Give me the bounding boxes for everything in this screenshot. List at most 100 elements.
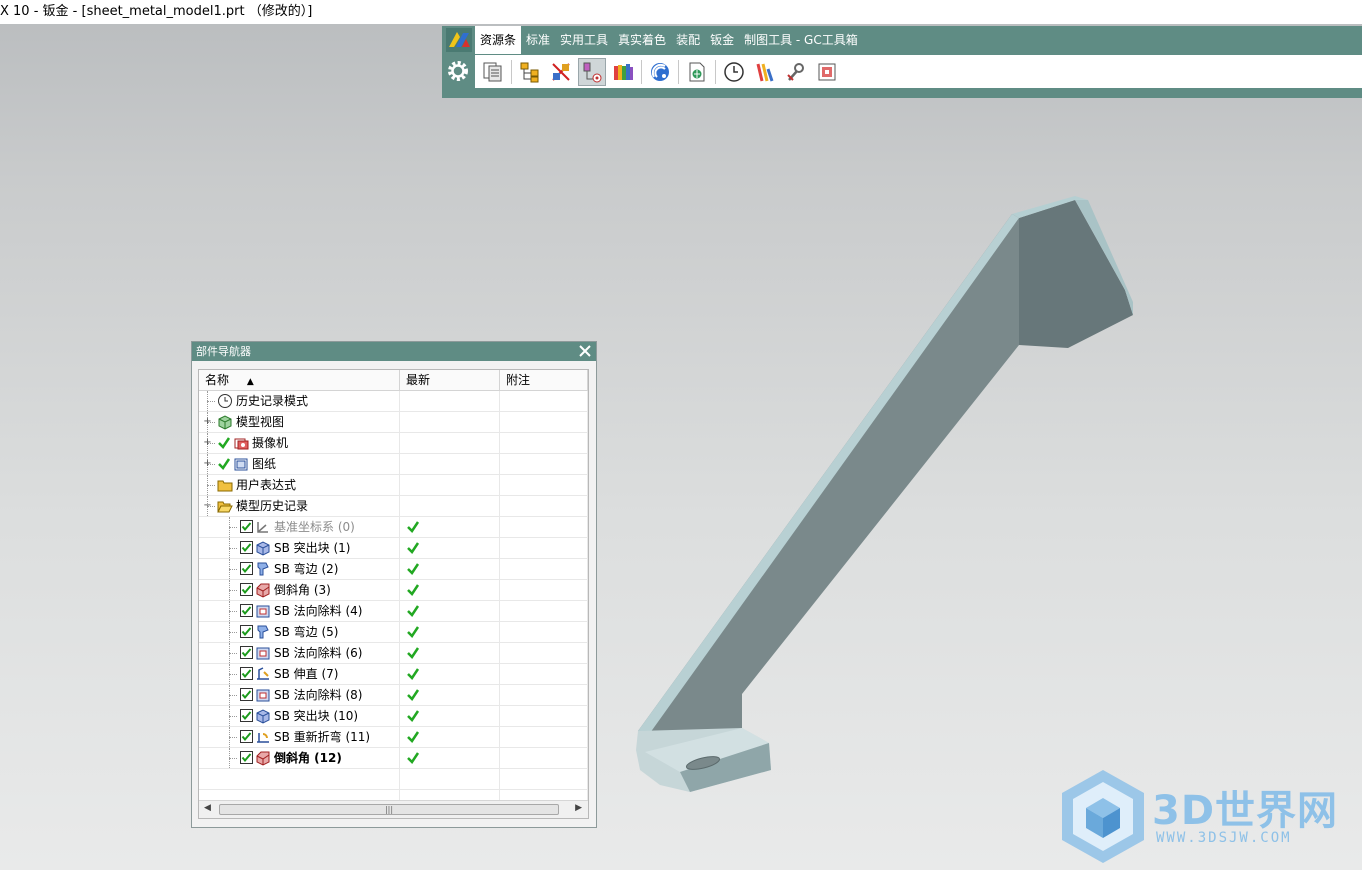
tab-2[interactable]: 实用工具 (555, 26, 613, 54)
tree-row-name-cell[interactable]: SB 伸直 (7) (199, 664, 400, 684)
feature-checkbox[interactable] (240, 604, 253, 617)
tree-row-name-cell[interactable]: SB 突出块 (1) (199, 538, 400, 558)
process-studio-icon[interactable] (783, 59, 809, 85)
tree-row[interactable]: + 图纸 (199, 454, 588, 475)
tree-row[interactable]: SB 弯边 (5) (199, 622, 588, 643)
roles-icon[interactable] (814, 59, 840, 85)
tree-row[interactable]: 历史记录模式 (199, 391, 588, 412)
column-latest[interactable]: 最新 (400, 370, 500, 390)
feature-checkbox[interactable] (240, 709, 253, 722)
up-to-date-check-icon (407, 647, 420, 659)
empty-row (199, 769, 588, 790)
feature-checkbox[interactable] (240, 541, 253, 554)
window-title: X 10 - 钣金 - [sheet_metal_model1.prt （修改的… (0, 4, 313, 19)
tree-row-name-cell[interactable]: SB 法向除料 (6) (199, 643, 400, 663)
tree-row-name-cell[interactable]: 倒斜角 (12) (199, 748, 400, 768)
up-to-date-check-icon (407, 521, 420, 533)
tree-row-latest-cell (400, 517, 500, 537)
tree-row[interactable]: SB 伸直 (7) (199, 664, 588, 685)
feature-checkbox[interactable] (240, 751, 253, 764)
tree-row-label: 摄像机 (252, 436, 289, 450)
expand-icon[interactable]: + (203, 438, 212, 448)
scrollbar-thumb[interactable]: ||| (219, 804, 559, 815)
reuse-library-icon[interactable] (610, 59, 636, 85)
sort-ascending-icon: ▲ (246, 377, 254, 387)
part-navigator-icon[interactable] (480, 59, 506, 85)
tab-1[interactable]: 标准 (521, 26, 555, 54)
tree-row[interactable]: SB 法向除料 (8) (199, 685, 588, 706)
scroll-right-arrow-icon[interactable]: ▶ (575, 803, 582, 813)
nx-logo-icon[interactable] (446, 28, 472, 52)
tree-row-name-cell[interactable]: SB 突出块 (10) (199, 706, 400, 726)
close-icon[interactable] (577, 343, 593, 359)
expand-icon[interactable]: + (203, 417, 212, 427)
history-icon[interactable] (721, 59, 747, 85)
tree-row-name-cell[interactable]: − 模型历史记录 (199, 496, 400, 516)
tree-connector (229, 674, 237, 675)
tree-row-name-cell[interactable]: + 摄像机 (199, 433, 400, 453)
tree-row[interactable]: + 摄像机 (199, 433, 588, 454)
feature-checkbox[interactable] (240, 625, 253, 638)
tree-row-name-cell[interactable]: + 图纸 (199, 454, 400, 474)
tree-row-name-cell[interactable]: SB 法向除料 (4) (199, 601, 400, 621)
part-navigator-selected-icon[interactable] (578, 57, 606, 86)
assembly-navigator-icon[interactable] (517, 59, 543, 85)
tree-row-label: SB 弯边 (2) (274, 562, 339, 576)
tree-row-name-cell[interactable]: SB 法向除料 (8) (199, 685, 400, 705)
tree-row[interactable]: 倒斜角 (12) (199, 748, 588, 769)
tree-row[interactable]: + 模型视图 (199, 412, 588, 433)
visible-check-icon[interactable] (217, 457, 231, 471)
tab-4[interactable]: 装配 (671, 26, 705, 54)
tree-row[interactable]: SB 弯边 (2) (199, 559, 588, 580)
tree-row[interactable]: − 模型历史记录 (199, 496, 588, 517)
window-title-bar: X 10 - 钣金 - [sheet_metal_model1.prt （修改的… (0, 0, 1362, 24)
tree-connector (207, 485, 215, 486)
tab-5[interactable]: 钣金 (705, 26, 739, 54)
tree-row-name-cell[interactable]: 基准坐标系 (0) (199, 517, 400, 537)
system-materials-icon[interactable] (752, 59, 778, 85)
feature-checkbox[interactable] (240, 520, 253, 533)
tab-6[interactable]: 制图工具 - GC工具箱 (739, 26, 863, 54)
clock-icon (218, 394, 232, 408)
web-browser-icon[interactable] (684, 59, 710, 85)
tree-row-name-cell[interactable]: SB 弯边 (2) (199, 559, 400, 579)
tree-row-name-cell[interactable]: 倒斜角 (3) (199, 580, 400, 600)
feature-checkbox[interactable] (240, 730, 253, 743)
sheet-metal-model-view[interactable] (620, 180, 1160, 810)
tree-row-label: 基准坐标系 (0) (274, 520, 355, 534)
tree-row[interactable]: 用户表达式 (199, 475, 588, 496)
tab-3[interactable]: 真实着色 (613, 26, 671, 54)
tree-row[interactable]: 倒斜角 (3) (199, 580, 588, 601)
collapse-icon[interactable]: − (203, 501, 212, 511)
column-comment[interactable]: 附注 (500, 370, 588, 390)
feature-checkbox[interactable] (240, 646, 253, 659)
scroll-left-arrow-icon[interactable]: ◀ (204, 803, 211, 813)
part-navigator-title: 部件导航器 (196, 345, 251, 358)
tree-row-name-cell[interactable]: SB 弯边 (5) (199, 622, 400, 642)
tree-row[interactable]: SB 法向除料 (6) (199, 643, 588, 664)
tree-row-name-cell[interactable]: 历史记录模式 (199, 391, 400, 411)
feature-checkbox[interactable] (240, 688, 253, 701)
tab-0[interactable]: 资源条 (475, 26, 522, 54)
column-name[interactable]: 名称 ▲ (199, 370, 400, 390)
visible-check-icon[interactable] (217, 436, 231, 450)
tree-row-name-cell[interactable]: SB 重新折弯 (11) (199, 727, 400, 747)
datum-csys-icon (257, 522, 268, 533)
gear-icon[interactable] (445, 58, 471, 84)
tree-row[interactable]: 基准坐标系 (0) (199, 517, 588, 538)
feature-checkbox[interactable] (240, 667, 253, 680)
chamfer-icon (256, 751, 270, 766)
tree-row-name-cell[interactable]: 用户表达式 (199, 475, 400, 495)
hd3d-tools-icon[interactable] (647, 59, 673, 85)
tree-row-latest-cell (400, 391, 500, 411)
feature-checkbox[interactable] (240, 562, 253, 575)
horizontal-scrollbar[interactable]: ◀ ||| ▶ (199, 800, 588, 818)
tree-row-name-cell[interactable]: + 模型视图 (199, 412, 400, 432)
tree-row[interactable]: SB 重新折弯 (11) (199, 727, 588, 748)
tree-row[interactable]: SB 法向除料 (4) (199, 601, 588, 622)
constraint-navigator-icon[interactable] (548, 59, 574, 85)
feature-checkbox[interactable] (240, 583, 253, 596)
expand-icon[interactable]: + (203, 459, 212, 469)
tree-row[interactable]: SB 突出块 (1) (199, 538, 588, 559)
tree-row[interactable]: SB 突出块 (10) (199, 706, 588, 727)
